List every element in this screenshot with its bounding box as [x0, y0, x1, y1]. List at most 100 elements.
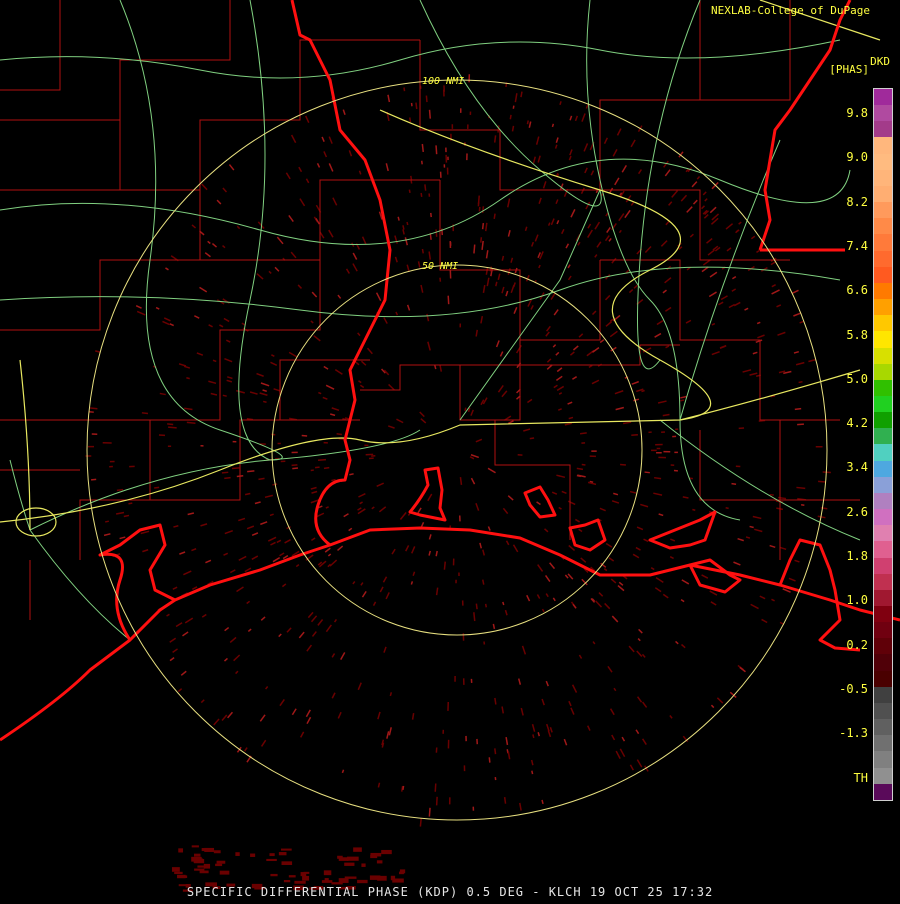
echo-gate: [270, 514, 274, 515]
color-scale-swatch: [874, 331, 892, 347]
echo-gate: [622, 165, 626, 172]
echo-gate: [527, 120, 528, 124]
echo-gate: [588, 482, 596, 484]
echo-gate: [756, 250, 760, 253]
echo-gate: [617, 129, 620, 136]
echo-gate: [437, 588, 438, 595]
echo-gate: [422, 522, 424, 526]
echo-gate: [789, 578, 796, 581]
echo-gate: [136, 306, 141, 308]
echo-gate: [556, 199, 558, 203]
echo-gate: [796, 487, 805, 488]
echo-gate: [612, 735, 615, 740]
echo-gate: [317, 163, 319, 167]
echo-gate: [307, 717, 311, 723]
echo-gate: [342, 770, 343, 773]
echo-gate: [686, 320, 691, 323]
echo-gate: [511, 258, 512, 263]
echo-gate: [421, 285, 423, 293]
echo-gate: [301, 732, 304, 737]
echo-gate: [546, 681, 548, 686]
range-ring: [87, 80, 827, 820]
coastline: [0, 0, 900, 740]
echo-gate: [247, 526, 254, 529]
echo-gate: [302, 435, 307, 436]
echo-gate: [358, 508, 362, 510]
echo-gate: [476, 330, 477, 337]
echo-gate: [557, 386, 564, 390]
echo-gate: [631, 202, 634, 206]
echo-gate: [530, 438, 534, 439]
echo-gate: [440, 365, 441, 372]
echo-gate: [653, 493, 662, 495]
echo-gate: [194, 869, 204, 871]
echo-gate: [192, 587, 197, 589]
echo-gate: [633, 554, 639, 557]
echo-gate: [665, 307, 671, 311]
echo-gate: [663, 594, 668, 597]
echo-gate: [538, 252, 540, 257]
echo-gate: [353, 253, 356, 260]
echo-gate: [194, 854, 200, 857]
echo-gate: [710, 207, 716, 212]
echo-gate: [156, 308, 159, 310]
echo-gate: [292, 135, 296, 143]
echo-gate: [306, 116, 309, 123]
color-scale-swatch: [874, 574, 892, 590]
echo-gate: [224, 478, 230, 479]
echo-gate: [551, 294, 555, 300]
echo-gate: [408, 305, 410, 311]
echo-gate: [378, 712, 380, 719]
echo-gate: [409, 190, 410, 193]
echo-gate: [306, 179, 308, 183]
echo-gate: [239, 556, 246, 560]
echo-gate: [395, 236, 397, 244]
echo-gate: [605, 138, 608, 144]
echo-gate: [184, 408, 192, 409]
echo-gate: [349, 150, 351, 156]
color-scale-swatch: [874, 202, 892, 218]
color-scale-tick-label: 9.8: [828, 106, 868, 120]
echo-gate: [167, 614, 170, 616]
echo-gate: [167, 424, 173, 425]
echo-gate: [248, 629, 251, 631]
echo-gate: [345, 876, 357, 878]
color-scale-swatch: [874, 671, 892, 687]
echo-gate: [388, 95, 389, 102]
echo-gate: [282, 584, 285, 587]
echo-gate: [330, 560, 337, 566]
echo-gate: [268, 537, 276, 541]
echo-gate: [384, 647, 386, 653]
echo-gate: [227, 380, 232, 382]
echo-gate: [280, 553, 285, 556]
echo-gate: [270, 874, 277, 876]
echo-gate: [120, 537, 126, 538]
echo-gate: [381, 850, 392, 854]
product-code: DKD: [870, 55, 890, 68]
echo-gate: [389, 384, 395, 389]
echo-gate: [569, 545, 575, 550]
echo-gate: [498, 274, 499, 280]
echo-gate: [470, 457, 474, 459]
echo-gate: [751, 236, 754, 238]
color-scale-tick-label: -0.5: [828, 682, 868, 696]
color-scale-swatch: [874, 703, 892, 719]
echo-gate: [711, 602, 716, 605]
color-scale-swatch: [874, 751, 892, 767]
echo-gate: [665, 170, 670, 176]
echo-gate: [353, 847, 362, 851]
color-scale-swatch: [874, 121, 892, 137]
echo-gate: [237, 587, 244, 591]
echo-gate: [592, 311, 595, 314]
echo-gate: [616, 408, 624, 410]
echo-gate: [260, 715, 265, 722]
echo-gate: [610, 331, 617, 336]
echo-gate: [559, 393, 562, 394]
color-scale-swatch: [874, 137, 892, 153]
echo-gate: [643, 739, 647, 745]
echo-gate: [338, 712, 341, 718]
color-scale-tick-label: 2.6: [828, 505, 868, 519]
echo-gate: [383, 577, 386, 583]
echo-gate: [610, 319, 613, 321]
echo-gate: [548, 730, 550, 737]
